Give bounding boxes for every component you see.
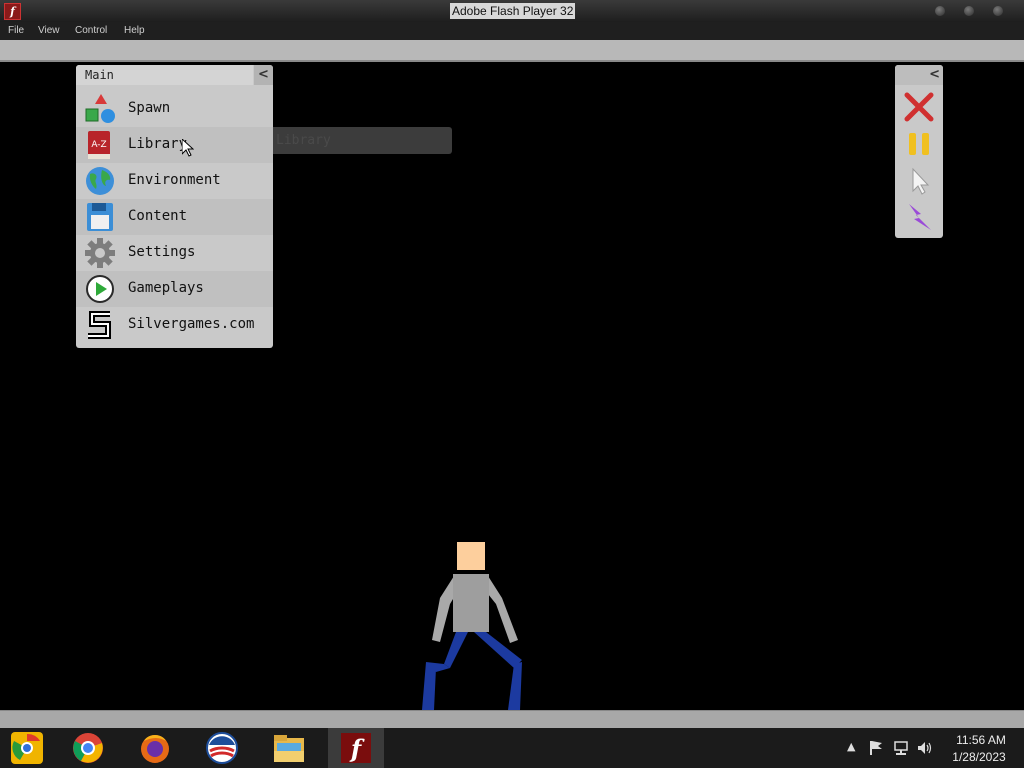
window-title: Adobe Flash Player 32 [450, 3, 576, 19]
menu-item-gameplays[interactable]: Gameplays [76, 271, 273, 307]
taskbar: f ▲ 11:56 AM 1/28/2023 [0, 728, 1024, 768]
menu-item-label: Environment [128, 172, 221, 188]
tool-panel: < [895, 65, 943, 238]
volume-icon[interactable] [917, 740, 933, 756]
obama-logo-icon[interactable] [205, 731, 239, 765]
close-x-icon[interactable] [903, 91, 935, 123]
clock-time[interactable]: 11:56 AM [950, 733, 1012, 747]
book-a-z-icon: A-Z [88, 131, 110, 159]
lightning-icon[interactable] [903, 201, 935, 233]
chrome-icon[interactable] [71, 731, 105, 765]
menu-item-environment[interactable]: Environment [76, 163, 273, 199]
close-button[interactable] [993, 6, 1003, 16]
chrome-canary-icon[interactable] [10, 731, 44, 765]
firefox-icon[interactable] [138, 731, 172, 765]
panel-title: Main [85, 68, 114, 82]
pause-icon[interactable] [903, 128, 935, 160]
menu-file[interactable]: File [8, 25, 24, 36]
menu-view[interactable]: View [38, 25, 60, 36]
action-center-flag-icon[interactable] [868, 740, 884, 756]
menu-item-label: Content [128, 208, 188, 224]
silvergames-logo-icon [88, 311, 111, 339]
ragdoll-figure[interactable] [410, 540, 530, 710]
menu-item-content[interactable]: Content [76, 199, 273, 235]
flash-app-icon: f [4, 3, 21, 20]
network-icon[interactable] [893, 740, 909, 756]
panel-collapse-button[interactable]: < [254, 65, 273, 85]
globe-icon [86, 167, 114, 195]
menu-item-label: Gameplays [128, 280, 204, 296]
tray-overflow-arrow[interactable]: ▲ [847, 740, 855, 753]
game-bottom-bar [0, 710, 1024, 729]
menu-bar: File View Control Help [0, 22, 1024, 40]
menu-item-label: Spawn [128, 100, 171, 116]
flash-player-icon[interactable]: f [339, 731, 373, 765]
game-top-bar [0, 40, 1024, 62]
menu-help[interactable]: Help [124, 25, 145, 36]
tool-panel-collapse-button[interactable]: < [929, 65, 940, 85]
minimize-button[interactable] [935, 6, 945, 16]
shapes-icon [85, 94, 115, 123]
maximize-button[interactable] [964, 6, 974, 16]
pointer-icon[interactable] [903, 165, 935, 197]
menu-item-label: Library [128, 136, 188, 152]
menu-item-label: Settings [128, 244, 196, 260]
library-tooltip: Library [273, 127, 452, 154]
play-icon [86, 275, 114, 303]
gear-icon [85, 238, 115, 268]
floppy-disk-icon [87, 203, 113, 231]
clock-date[interactable]: 1/28/2023 [946, 750, 1012, 764]
menu-item-library[interactable]: A-Z Library [76, 127, 273, 163]
mouse-cursor-icon [182, 139, 194, 157]
library-tooltip-text: Library [276, 133, 331, 148]
main-menu-panel: Main < Spawn A-Z Library Environment Con… [76, 65, 273, 348]
menu-item-label: Silvergames.com [128, 316, 255, 332]
menu-item-settings[interactable]: Settings [76, 235, 273, 271]
panel-header: Main [76, 65, 253, 85]
svg-text:A-Z: A-Z [91, 140, 106, 150]
menu-control[interactable]: Control [75, 25, 107, 36]
window-titlebar: f Adobe Flash Player 32 [0, 0, 1024, 22]
menu-item-silvergames[interactable]: Silvergames.com [76, 307, 273, 343]
tool-panel-header: < [895, 65, 943, 85]
menu-item-spawn[interactable]: Spawn [76, 91, 273, 127]
file-explorer-icon[interactable] [272, 731, 306, 765]
